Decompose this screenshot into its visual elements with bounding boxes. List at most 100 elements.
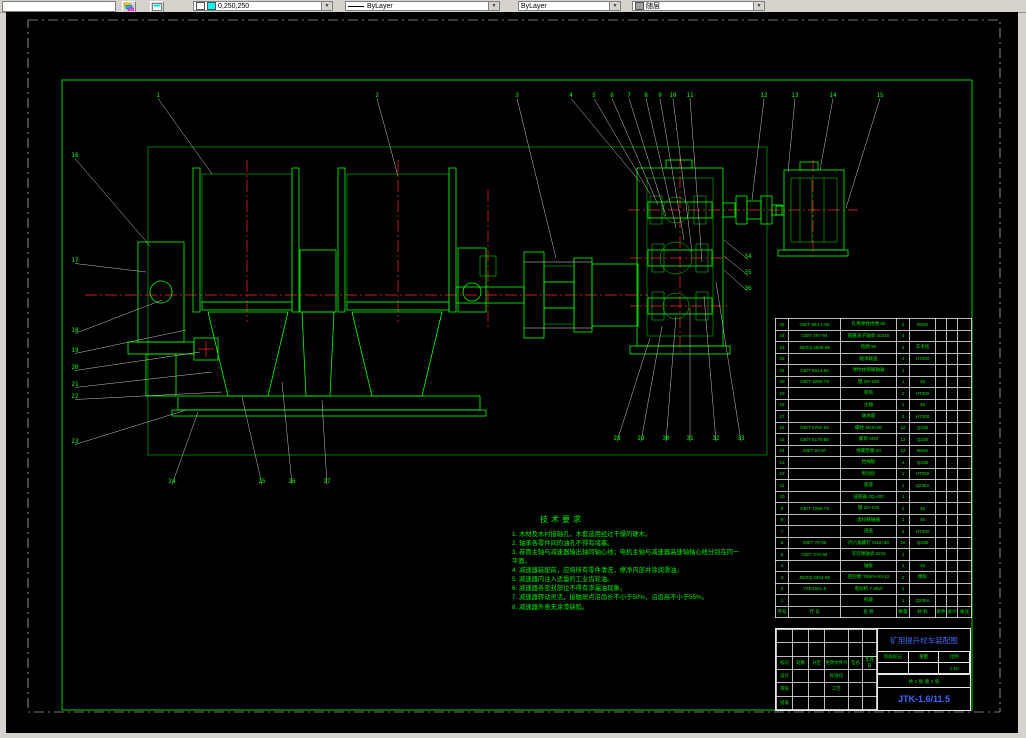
leader-line [570,98,641,183]
table-cell [935,352,947,365]
table-cell [957,318,972,331]
table-cell [788,490,841,503]
table-cell: GB/T 93-87 [788,444,841,457]
table-cell: GB/T 5014-85 [788,364,841,377]
table-cell [946,410,958,423]
table-cell [935,571,947,584]
table-cell [848,668,863,684]
table-cell [957,375,972,388]
table-cell: 内六角螺钉 M10×30 [840,536,897,549]
table-cell: 签名 [848,655,863,670]
table-cell [792,668,809,684]
table-cell [957,410,972,423]
part-balloon: 16 [71,152,79,159]
table-cell [946,364,958,377]
part-balloon: 7 [627,92,631,99]
table-cell [946,490,958,503]
layer-color-combo[interactable]: 0,250,250 ▼ [193,1,333,11]
table-cell: 设计 [776,668,793,684]
table-cell: GB/T 276-94 [788,548,841,561]
part-balloon: 32 [712,435,720,442]
table-row: 13 挡绳板 4 Q235 [775,456,972,469]
table-cell: 轴套 [840,559,897,572]
weight-value [908,663,940,674]
table-cell [957,479,972,492]
table-cell: 名 称 [840,605,897,618]
table-cell [788,559,841,572]
table-cell: 卷筒 [840,387,897,400]
table-cell: 2 [896,548,910,561]
table-cell [957,582,972,595]
table-cell: 65Mn [909,318,936,331]
table-cell [957,364,972,377]
part-balloon: 8 [644,92,648,99]
autocad-window: { "toolbar": { "color_combo": { "value":… [0,0,1026,738]
chevron-down-icon[interactable]: ▼ [488,2,499,10]
linetype-sample-icon [348,5,364,7]
table-cell [935,594,947,607]
part-balloon: 31 [686,435,694,442]
part-balloon: 29 [637,435,645,442]
plotstyle-combo[interactable]: 随层 ▼ [632,1,765,11]
table-row: 1 机座 1 Q235A [775,594,972,607]
table-cell: 2 [896,318,910,331]
table-cell [957,571,972,584]
table-cell [946,352,958,365]
table-cell: 1 [896,490,910,503]
table-cell: 工艺 [824,682,849,697]
chevron-down-icon[interactable]: ▼ [609,2,620,10]
right-bearing-pedestal [457,247,487,313]
lineweight-combo[interactable]: ByLayer ▼ [518,1,621,11]
table-cell: 2 [896,341,910,354]
leader-line [715,281,742,442]
table-cell: 制动轮 [840,467,897,480]
table-cell [935,536,947,549]
table-cell: 16 [896,536,910,549]
linetype-combo[interactable]: ByLayer ▼ [345,1,500,11]
table-cell: 总计 [946,605,958,618]
table-cell [792,682,809,697]
scale-label: 比例 [939,652,970,663]
view-frame [147,146,768,456]
table-cell: 6 [775,536,789,549]
tech-req-item: 2. 轴承各零件间的油孔不得有堵塞。 [512,539,614,547]
model-space-canvas[interactable]: 1 2 3 4 5 6 7 8 9 10 11 12 13 14 15 16 17 18 19 20 21 22 23 24 2… [6,12,1018,733]
table-row: 4 轴套 2 45 [775,559,972,572]
table-cell [946,444,958,457]
chevron-down-icon[interactable]: ▼ [321,2,332,10]
part-balloon: 28 [613,435,621,442]
table-cell: 1 [896,467,910,480]
table-cell [909,364,936,377]
color-swatch [207,2,216,10]
table-row: 5 GB/T 276-94 深沟球轴承 6216 2 [775,548,972,561]
lineweight-value: ByLayer [521,2,547,10]
chevron-down-icon[interactable]: ▼ [753,2,764,10]
table-row: 标记 处数 分区 更改文件号 签名 年月日 [776,655,877,670]
table-cell: 15 [775,433,789,446]
title-block-stage-grid: 阶段标记 重量 比例 1:10 [878,652,970,675]
leader-line [593,98,651,195]
table-cell [946,318,958,331]
table-cell [935,467,947,480]
table-cell [957,559,972,572]
title-block-revision-table: 标记 处数 分区 更改文件号 签名 年月日 设计 标准化 审核 工艺 批准 [776,628,877,711]
table-cell [935,364,947,377]
table-cell [957,548,972,561]
leader-line [281,381,293,485]
table-cell [792,628,809,644]
table-cell [848,682,863,697]
leader-line [74,351,201,371]
table-cell [935,582,947,595]
table-cell: 螺栓 M20×80 [840,421,897,434]
table-cell [935,375,947,388]
table-cell: 数量 [896,605,910,618]
part-balloon: 20 [71,364,79,371]
table-cell: GB/T 6170-86 [788,433,841,446]
table-cell: HT250 [909,467,936,480]
table-cell: Q235 [909,456,936,469]
table-cell [957,525,972,538]
table-cell [935,318,947,331]
table-cell: 孔用弹性挡圈 85 [840,318,897,331]
table-cell: 22 [775,352,789,365]
part-balloon: 33 [737,435,745,442]
